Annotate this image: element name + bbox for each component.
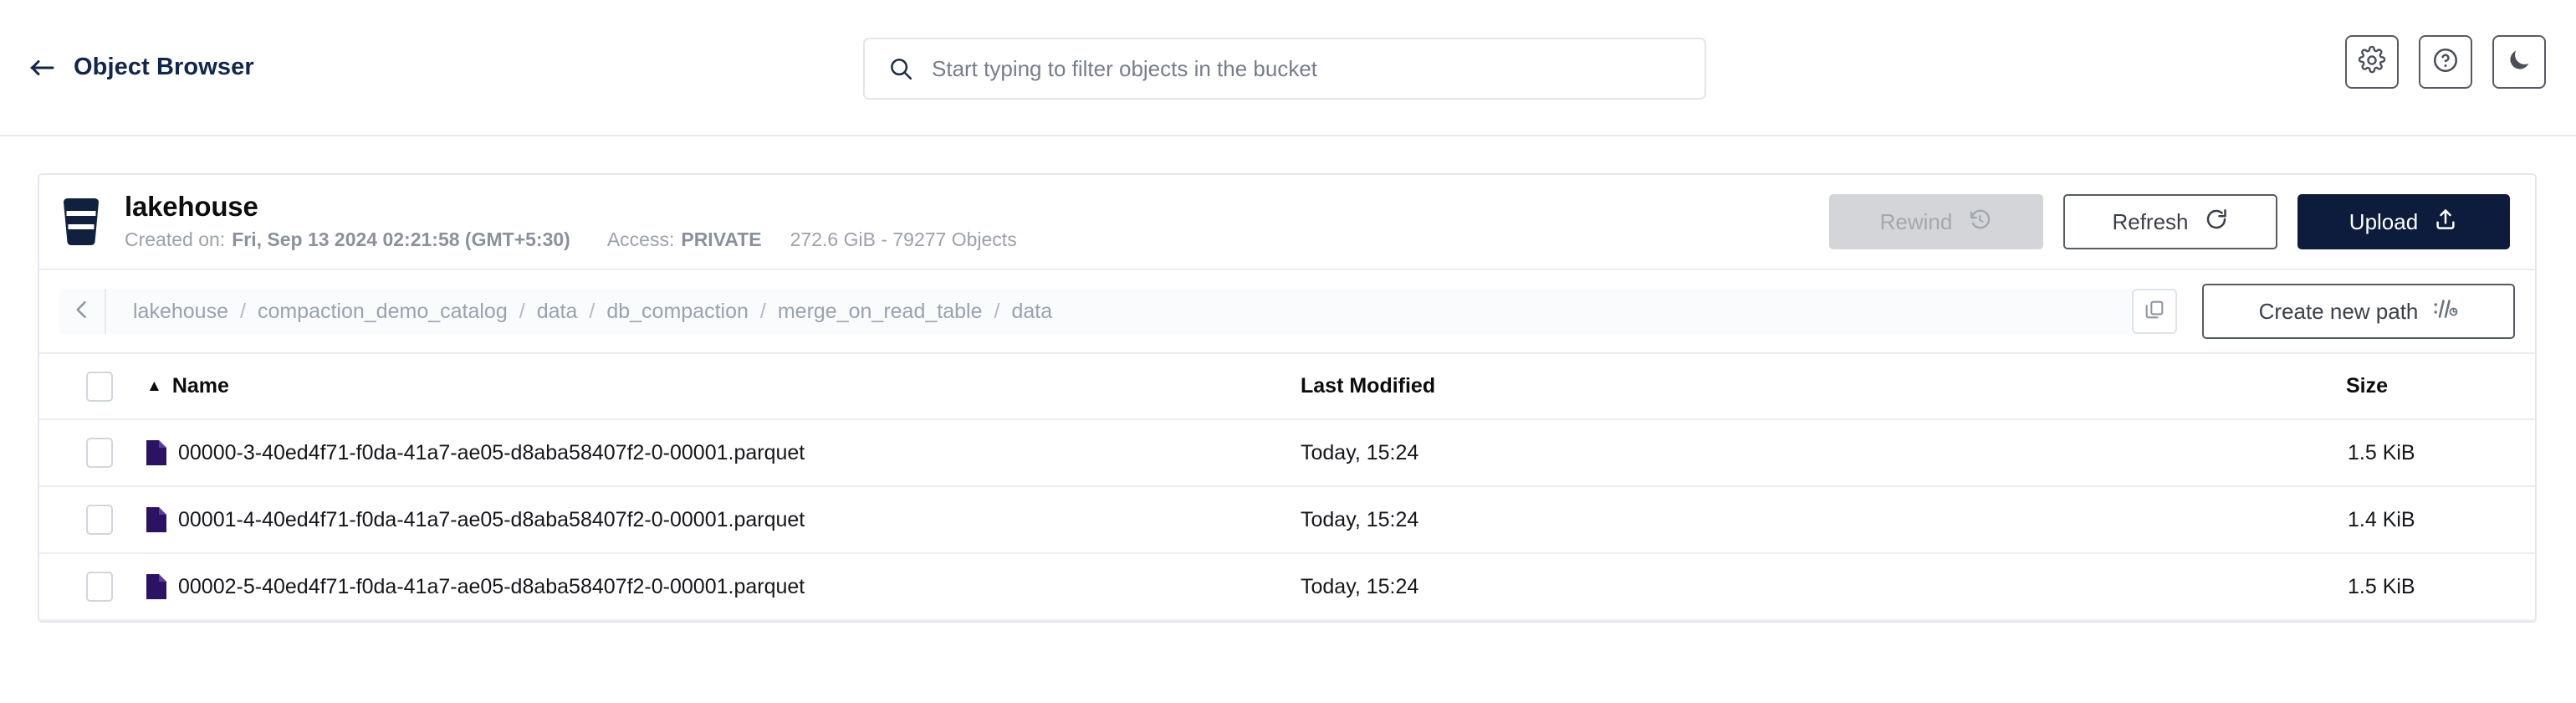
refresh-button[interactable]: Refresh xyxy=(2063,194,2277,249)
table-row[interactable]: 00002-5-40ed4f71-f0da-41a7-ae05-d8aba584… xyxy=(39,553,2535,621)
bucket-meta: lakehouse Created on: Fri, Sep 13 2024 0… xyxy=(125,192,1017,251)
row-last-modified-cell: Today, 15:24 xyxy=(1301,553,2346,621)
row-select-cell xyxy=(39,553,146,621)
upload-icon xyxy=(2433,207,2458,238)
breadcrumb-separator: / xyxy=(589,299,595,323)
breadcrumb-item-5[interactable]: data xyxy=(1011,300,1052,324)
bucket-card: lakehouse Created on: Fri, Sep 13 2024 0… xyxy=(38,173,2537,623)
create-new-path-label: Create new path xyxy=(2258,298,2419,324)
row-last-modified-cell: Today, 15:24 xyxy=(1301,486,2346,554)
help-button[interactable] xyxy=(2419,35,2472,89)
breadcrumb: lakehouse / compaction_demo_catalog / da… xyxy=(133,300,1052,324)
arrow-left-icon xyxy=(28,54,57,82)
object-table: ▲ Name Last Modified Size 00000-3-40ed4f… xyxy=(39,354,2535,621)
breadcrumb-separator: / xyxy=(994,299,1000,323)
path-slash-icon xyxy=(2433,298,2458,326)
row-name-cell: 00001-4-40ed4f71-f0da-41a7-ae05-d8aba584… xyxy=(146,486,1301,554)
bucket-size-summary: 272.6 GiB - 79277 Objects xyxy=(790,228,1017,250)
back-to-object-browser[interactable]: Object Browser xyxy=(28,54,254,82)
bucket-actions: Rewind Refresh Upload xyxy=(1829,194,2510,249)
breadcrumb-item-3[interactable]: db_compaction xyxy=(606,300,749,324)
access-value: PRIVATE xyxy=(681,228,762,250)
gear-icon xyxy=(2358,45,2386,79)
moon-icon xyxy=(2506,47,2533,78)
access-label: Access: xyxy=(606,228,675,250)
object-filter-search[interactable] xyxy=(863,38,1706,100)
table-row[interactable]: 00000-3-40ed4f71-f0da-41a7-ae05-d8aba584… xyxy=(39,419,2535,487)
object-table-body: 00000-3-40ed4f71-f0da-41a7-ae05-d8aba584… xyxy=(39,419,2535,621)
row-name-cell: 00002-5-40ed4f71-f0da-41a7-ae05-d8aba584… xyxy=(146,553,1301,621)
parquet-file-icon xyxy=(146,440,166,465)
parquet-file-icon xyxy=(146,574,166,599)
column-header-last-modified-label: Last Modified xyxy=(1301,374,1436,398)
table-header-row: ▲ Name Last Modified Size xyxy=(39,354,2535,420)
row-checkbox[interactable] xyxy=(86,438,113,468)
breadcrumb-separator: / xyxy=(239,299,246,323)
object-table-head: ▲ Name Last Modified Size xyxy=(39,354,2535,420)
breadcrumb-back-button[interactable] xyxy=(59,289,106,334)
created-on-label: Created on: xyxy=(125,228,226,250)
object-name[interactable]: 00002-5-40ed4f71-f0da-41a7-ae05-d8aba584… xyxy=(178,575,805,599)
chevron-left-icon xyxy=(70,298,94,326)
row-checkbox[interactable] xyxy=(86,572,113,602)
bucket-subtitle: Created on: Fri, Sep 13 2024 02:21:58 (G… xyxy=(125,228,1017,251)
copy-icon xyxy=(2144,299,2165,325)
breadcrumb-separator: / xyxy=(519,299,525,323)
column-header-size-label: Size xyxy=(2346,374,2389,398)
top-bar: Object Browser xyxy=(0,0,2576,136)
page-body: lakehouse Created on: Fri, Sep 13 2024 0… xyxy=(0,136,2576,623)
copy-path-button[interactable] xyxy=(2132,289,2177,334)
refresh-button-label: Refresh xyxy=(2112,208,2189,234)
sort-ascending-icon: ▲ xyxy=(146,377,162,395)
create-new-path-button[interactable]: Create new path xyxy=(2202,284,2515,339)
breadcrumb-item-0[interactable]: lakehouse xyxy=(133,300,228,324)
bucket-icon xyxy=(58,195,105,249)
upload-button-label: Upload xyxy=(2349,208,2419,234)
upload-button[interactable]: Upload xyxy=(2297,194,2510,249)
object-name[interactable]: 00001-4-40ed4f71-f0da-41a7-ae05-d8aba584… xyxy=(178,508,805,532)
search-input[interactable] xyxy=(932,39,1681,98)
bucket-header: lakehouse Created on: Fri, Sep 13 2024 0… xyxy=(39,175,2535,270)
breadcrumb-separator: / xyxy=(759,299,766,323)
column-header-size[interactable]: Size xyxy=(2346,354,2535,420)
row-checkbox[interactable] xyxy=(86,505,113,535)
row-size-cell: 1.5 KiB xyxy=(2346,419,2535,487)
row-name-cell: 00000-3-40ed4f71-f0da-41a7-ae05-d8aba584… xyxy=(146,419,1301,487)
column-header-name-label: Name xyxy=(171,374,229,398)
row-size-cell: 1.5 KiB xyxy=(2346,553,2535,621)
search-icon xyxy=(888,56,913,81)
column-header-last-modified[interactable]: Last Modified xyxy=(1301,354,2346,420)
created-on-value: Fri, Sep 13 2024 02:21:58 (GMT+5:30) xyxy=(232,228,570,250)
refresh-icon xyxy=(2204,207,2229,238)
settings-button[interactable] xyxy=(2345,35,2399,89)
breadcrumb-track: lakehouse / compaction_demo_catalog / da… xyxy=(106,289,2132,334)
breadcrumb-row: lakehouse / compaction_demo_catalog / da… xyxy=(39,270,2535,354)
top-bar-actions xyxy=(2345,35,2546,89)
rewind-clock-icon xyxy=(1967,207,1992,238)
page-title: Object Browser xyxy=(74,54,254,80)
bucket-name: lakehouse xyxy=(125,191,258,223)
select-all-checkbox[interactable] xyxy=(86,371,113,402)
rewind-button[interactable]: Rewind xyxy=(1829,194,2043,249)
column-header-name[interactable]: ▲ Name xyxy=(146,354,1301,420)
row-select-cell xyxy=(39,419,146,487)
breadcrumb-item-2[interactable]: data xyxy=(537,300,578,324)
row-select-cell xyxy=(39,486,146,554)
rewind-button-label: Rewind xyxy=(1879,208,1953,234)
select-all-cell xyxy=(39,354,146,420)
breadcrumb-item-4[interactable]: merge_on_read_table xyxy=(778,300,983,324)
breadcrumb-item-1[interactable]: compaction_demo_catalog xyxy=(258,300,508,324)
row-last-modified-cell: Today, 15:24 xyxy=(1301,419,2346,487)
parquet-file-icon xyxy=(146,507,166,532)
table-row[interactable]: 00001-4-40ed4f71-f0da-41a7-ae05-d8aba584… xyxy=(39,486,2535,554)
row-size-cell: 1.4 KiB xyxy=(2346,486,2535,554)
object-name[interactable]: 00000-3-40ed4f71-f0da-41a7-ae05-d8aba584… xyxy=(178,441,805,465)
dark-mode-toggle[interactable] xyxy=(2492,35,2546,89)
question-circle-icon xyxy=(2431,46,2460,79)
